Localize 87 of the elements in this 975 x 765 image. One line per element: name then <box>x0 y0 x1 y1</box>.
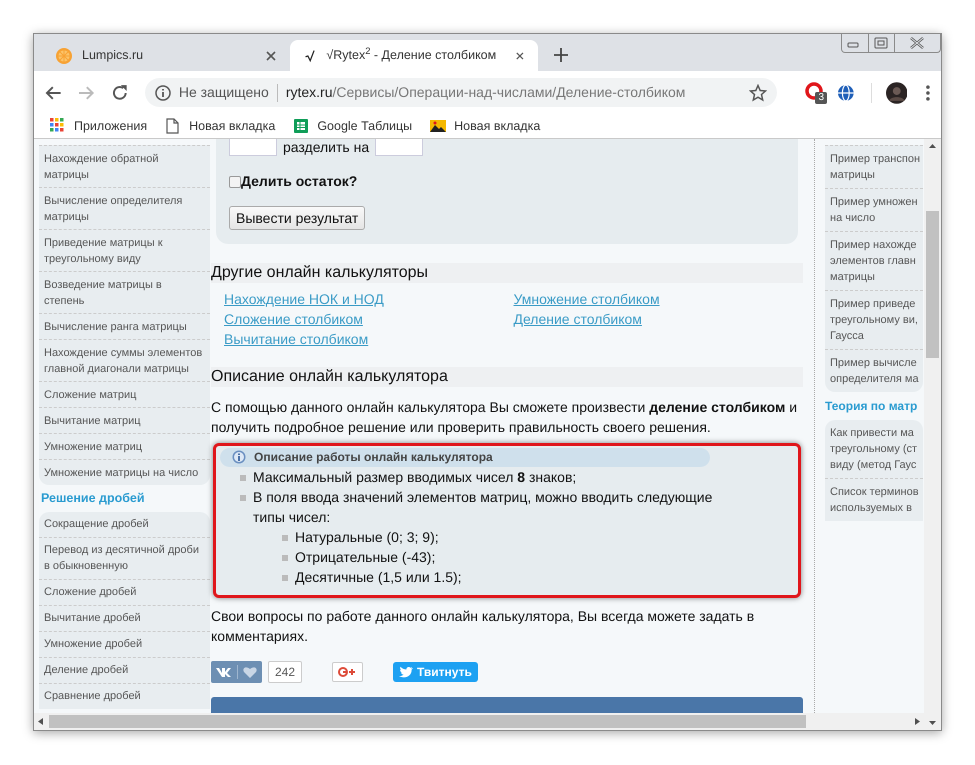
description-text: Свои вопросы по работе данного онлайн калькулятора, Вы всегда можете задать в комментариях. <box>211 606 756 646</box>
horizontal-scrollbar[interactable] <box>34 713 924 730</box>
like-count: 242 <box>268 660 302 682</box>
vertical-scrollbar[interactable] <box>924 139 941 730</box>
list-item: Натуральные (0; 3; 9); <box>295 528 440 546</box>
new-tab-icon[interactable] <box>554 48 568 62</box>
sidebar-link[interactable]: Вычитание дробей <box>39 604 210 631</box>
bullet-icon <box>240 474 246 480</box>
globe-icon[interactable] <box>836 84 855 102</box>
vk-logo-icon <box>216 666 232 676</box>
sidebar-link[interactable]: Нахождение суммы элементов главной диагонали матрицы <box>39 339 210 381</box>
sidebar-link[interactable]: Список терминов используемых в <box>825 478 923 521</box>
tab-title: Lumpics.ru <box>82 47 144 64</box>
info-icon <box>232 450 246 464</box>
list-item: Отрицательные (-43); <box>295 548 436 566</box>
scrollbar-thumb[interactable] <box>49 715 806 728</box>
browser-tab[interactable]: √Rytex$^{2}$ - Деление столбиком <box>290 40 538 71</box>
close-icon[interactable] <box>266 50 276 60</box>
sidebar-link[interactable]: Сложение дробей <box>39 578 210 605</box>
section-heading: Описание онлайн калькулятора <box>211 366 803 386</box>
page-icon <box>165 118 182 134</box>
info-title: Описание работы онлайн калькулятора <box>254 449 493 466</box>
sidebar-link[interactable]: Нахождение обратной матрицы <box>39 146 210 187</box>
section-heading: Другие онлайн калькуляторы <box>211 262 803 282</box>
sidebar-link[interactable]: Вычисление ранга матрицы <box>39 313 210 339</box>
sidebar-link[interactable]: Сложение матриц <box>39 381 210 407</box>
number-field[interactable] <box>229 139 277 156</box>
heart-icon <box>243 666 257 678</box>
sidebar-link[interactable]: Пример транспон матрицы <box>825 146 923 188</box>
spreadsheet-icon <box>293 118 310 134</box>
ring-icon[interactable] <box>805 82 824 100</box>
bookmark[interactable]: Новая вкладка <box>165 116 276 136</box>
description-text: С помощью данного онлайн калькулятора Вы сможете произвести деление столбиком и получить подробное решение или проверить правильность своего решения. <box>211 398 798 436</box>
bullet-icon <box>282 554 288 560</box>
sidebar-link[interactable]: Пример приведе треугольному ви, Гаусса <box>825 290 923 349</box>
security-label: Не защищено <box>178 83 269 102</box>
sidebar-link[interactable]: Умножение дробей <box>39 630 210 657</box>
sidebar-link[interactable]: Перевод из десятичной дроби в обыкновенную <box>39 536 210 579</box>
list-item: В поля ввода значений элементов матриц, можно вводить следующие типы чисел: <box>253 488 714 526</box>
google-plus-icon <box>338 666 358 676</box>
sidebar-link[interactable]: Сравнение дробей <box>39 682 210 709</box>
sidebar-link[interactable]: Деление дробей <box>39 656 210 683</box>
bookmark[interactable]: Новая вкладка <box>430 116 540 136</box>
apps-grid-icon <box>50 118 66 134</box>
scrollbar-thumb[interactable] <box>926 211 939 358</box>
submit-button[interactable]: Вывести результат <box>229 206 366 230</box>
section-heading: Решение дробей <box>40 490 146 507</box>
citrus-slice-icon <box>56 48 72 64</box>
share-button[interactable] <box>211 660 262 682</box>
bullet-icon <box>282 574 288 580</box>
url-text: rytex.ru/Сервисы/Операции-над-числами/Деление-столбиком <box>286 83 686 102</box>
square-root-icon <box>304 48 316 64</box>
bookmark[interactable]: Приложения <box>50 116 148 136</box>
sidebar-link[interactable]: Возведение матрицы в степень <box>39 271 210 313</box>
reload-icon[interactable] <box>111 84 129 102</box>
list-item: Десятичные (1,5 или 1.5); <box>295 568 463 586</box>
share-button[interactable] <box>332 662 364 682</box>
checkbox[interactable] <box>229 176 241 188</box>
sidebar-link[interactable]: Пример умножен на число <box>825 188 923 231</box>
number-field[interactable] <box>375 139 424 156</box>
info-icon[interactable] <box>154 84 171 100</box>
bullet-icon <box>240 494 246 500</box>
address-bar[interactable]: Не защищено rytex.ru/Сервисы/Операции-над-числами/Деление-столбиком <box>144 78 778 107</box>
bird-icon <box>399 666 414 678</box>
sidebar-link[interactable]: Приведение матрицы к треугольному виду <box>39 229 210 271</box>
back-icon[interactable] <box>44 84 62 100</box>
menu-icon[interactable] <box>925 84 931 102</box>
sidebar-link[interactable]: Как привести ма треугольному (ст виду (метод Гаус <box>825 420 923 478</box>
sidebar-link[interactable]: Пример нахожде элементов главн матрицы <box>825 231 923 290</box>
sidebar-link[interactable]: Умножение матриц <box>39 433 210 459</box>
list-item: Максимальный размер вводимых чисел 8 знаков; <box>253 468 578 486</box>
landscape-icon <box>430 118 446 134</box>
sidebar-link[interactable]: Вычитание матриц <box>39 407 210 433</box>
section-heading: Теория по матр <box>825 398 918 415</box>
extension-badge: 3 <box>815 92 828 104</box>
star-icon[interactable] <box>749 84 768 102</box>
avatar-icon[interactable] <box>886 82 908 104</box>
field-label: разделить на <box>283 139 370 157</box>
sidebar-link[interactable]: Умножение матрицы на число <box>39 459 210 485</box>
sidebar-link[interactable]: Пример вычисле определителя ма <box>825 349 923 392</box>
sidebar-link[interactable]: Сокращение дробей <box>39 512 210 537</box>
sidebar-link[interactable]: Вычисление определителя матрицы <box>39 187 210 229</box>
tab-title: √Rytex$^{2}$ - Деление столбиком <box>326 46 496 64</box>
checkbox-label: Делить остаток? <box>241 172 358 191</box>
close-icon[interactable] <box>516 50 524 60</box>
bullet-icon <box>282 534 288 540</box>
bookmark[interactable]: Google Таблицы <box>293 116 412 136</box>
